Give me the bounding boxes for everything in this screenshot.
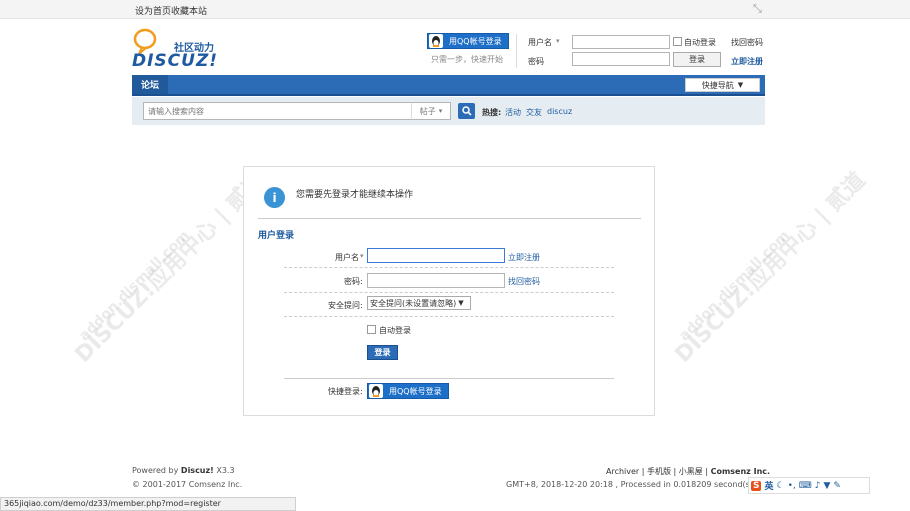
user-login-title: 用户登录 [258, 231, 295, 241]
auto-login-label: 自动登录 [379, 326, 411, 335]
copyright: © 2001-2017 Comsenz Inc. [132, 480, 243, 489]
qq-hint: 只需一步，快速开始 [431, 55, 503, 64]
watermark-text: DISCUZ!应用中心 | 贰道 [670, 167, 871, 368]
qq-login-button[interactable]: 用QQ帐号登录 [367, 383, 449, 399]
hot-search-label: 热搜: [482, 108, 502, 117]
register-link[interactable]: 立即注册 [508, 252, 540, 263]
footer-stats: GMT+8, 2018-12-20 20:18 , Processed in 0… [506, 480, 781, 489]
watermark-url: addon.dismall.com [676, 227, 793, 345]
quick-nav-button[interactable]: 快捷导航 ▼ [685, 78, 760, 92]
login-button[interactable]: 登录 [367, 345, 398, 360]
chevron-down-icon: ▼ [458, 299, 464, 307]
login-box: i 您需要先登录才能继续本操作 用户登录 用户名 ▾ 立即注册 密码: 找回密码… [243, 166, 655, 416]
header-username-input[interactable] [572, 35, 670, 49]
header-auto-login-checkbox[interactable] [673, 37, 682, 46]
divider [284, 378, 614, 379]
chevron-down-icon[interactable]: ▾ [360, 252, 364, 260]
ime-toolbar[interactable]: S 英 ☾ •, ⌨ ♪ ▼ ✎ [748, 477, 870, 494]
fullscreen-icon[interactable]: ⤡ [753, 2, 762, 16]
qq-login-label: 用QQ帐号登录 [389, 386, 442, 396]
sogou-logo-icon: S [751, 480, 762, 491]
hot-search-item[interactable]: 活动 [505, 107, 521, 118]
divider [284, 292, 614, 293]
header-register-link[interactable]: 立即注册 [731, 56, 763, 67]
auto-login-checkbox[interactable] [367, 325, 376, 334]
search-bar: 帖子 ▾ 热搜: 活动 交友 discuz [132, 97, 765, 125]
header-username-label: 用户名 [528, 38, 552, 47]
powered-by-label: Powered by [132, 466, 179, 475]
security-question-select[interactable]: 安全提问(未设置请忽略) ▼ [367, 296, 471, 310]
moon-icon[interactable]: ☾ [777, 481, 785, 491]
footer-link[interactable]: Archiver [606, 467, 639, 476]
header-qq-login-label: 用QQ帐号登录 [449, 36, 502, 46]
security-question-value: 安全提问(未设置请忽略) [370, 298, 457, 308]
password-input[interactable] [367, 273, 505, 288]
footer-link[interactable]: 手机版 [647, 467, 671, 476]
shirt-icon[interactable]: ▼ [824, 481, 831, 491]
search-input[interactable] [143, 102, 416, 120]
divider [284, 267, 614, 268]
powered-by: Powered by Discuz! X3.3 [132, 466, 235, 475]
footer-links: Archiver | 手机版 | 小黑屋 | Comsenz Inc. [606, 467, 771, 476]
version: X3.3 [216, 466, 235, 475]
search-icon [461, 106, 472, 116]
ime-language[interactable]: 英 [764, 479, 773, 492]
find-password-link[interactable]: 找回密码 [508, 276, 540, 287]
hot-search-item[interactable]: discuz [547, 107, 572, 116]
password-label: 密码: [344, 277, 363, 286]
product-link[interactable]: Discuz! [181, 466, 214, 475]
username-label: 用户名 [335, 253, 359, 262]
security-question-label: 安全提问: [328, 301, 363, 310]
chevron-down-icon: ▾ [438, 107, 443, 115]
watermark: DISCUZ!应用中心 | 贰道 [66, 164, 271, 369]
qq-penguin-icon [369, 384, 383, 398]
header-auto-login-label: 自动登录 [684, 38, 716, 47]
header-find-password-link[interactable]: 找回密码 [731, 37, 763, 48]
chevron-down-icon: ▼ [737, 81, 744, 89]
search-scope-label: 帖子 [419, 106, 436, 116]
header-password-input[interactable] [572, 52, 670, 66]
quick-login-label: 快捷登录: [328, 387, 363, 396]
footer-link[interactable]: 小黑屋 [679, 467, 703, 476]
header-password-label: 密码 [528, 57, 544, 66]
qq-penguin-icon [429, 34, 443, 48]
nav-forum-tab[interactable]: 论坛 [132, 75, 168, 94]
logo-brand: DISCUZ! [132, 51, 219, 71]
browser-status-bar: 365jiqiao.com/demo/dz33/member.php?mod=r… [0, 497, 296, 511]
header-divider [516, 34, 517, 68]
watermark-text: DISCUZ!应用中心 | 贰道 [70, 167, 271, 368]
mic-icon[interactable]: ♪ [815, 481, 821, 491]
quick-nav-label: 快捷导航 [701, 80, 734, 90]
header-qq-login-button[interactable]: 用QQ帐号登录 [427, 33, 509, 49]
watermark: DISCUZ!应用中心 | 贰道 [666, 164, 871, 369]
info-icon: i [264, 187, 285, 208]
site-logo[interactable]: 社区动力 DISCUZ! [132, 27, 227, 73]
keyboard-icon[interactable]: ⌨ [799, 481, 812, 491]
hot-search-item[interactable]: 交友 [526, 107, 542, 118]
punctuation-icon[interactable]: •, [788, 481, 796, 491]
login-required-message: 您需要先登录才能继续本操作 [296, 190, 414, 200]
nav-bar: 论坛 快捷导航 ▼ [132, 75, 765, 96]
chevron-down-icon[interactable]: ▾ [556, 37, 560, 45]
bookmark-link[interactable]: 收藏本站 [171, 4, 207, 17]
set-home-link[interactable]: 设为首页 [135, 4, 171, 17]
watermark-url: addon.dismall.com [76, 227, 193, 345]
divider [258, 218, 641, 219]
search-button[interactable] [458, 103, 475, 119]
footer-link[interactable]: Comsenz Inc. [711, 467, 770, 476]
divider [284, 316, 614, 317]
search-scope-select[interactable]: 帖子 ▾ [411, 102, 451, 120]
header-login-button[interactable]: 登录 [673, 52, 721, 67]
top-bar: 设为首页 收藏本站 ⤡ [0, 0, 910, 19]
username-input[interactable] [367, 248, 505, 263]
wrench-icon[interactable]: ✎ [833, 481, 841, 491]
